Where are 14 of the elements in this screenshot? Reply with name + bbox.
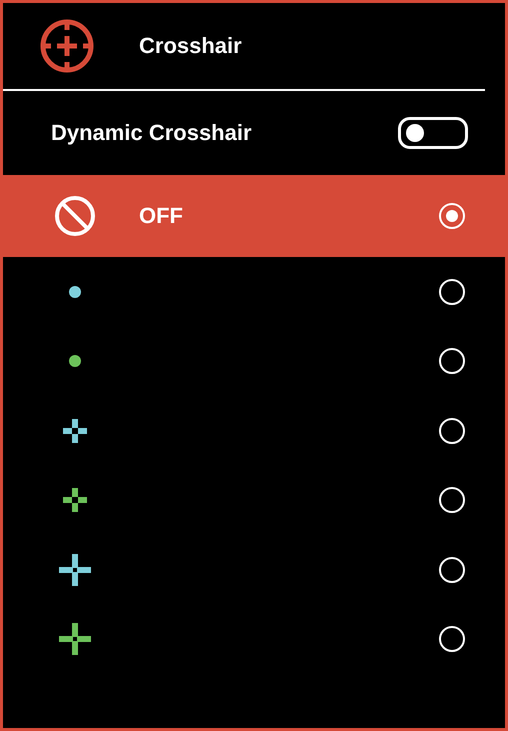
radio-button[interactable]	[439, 203, 465, 229]
radio-button[interactable]	[439, 626, 465, 652]
option-label: OFF	[139, 203, 183, 229]
radio-button[interactable]	[439, 418, 465, 444]
toggle-switch[interactable]	[398, 117, 468, 149]
crosshair-icon	[39, 18, 95, 74]
setting-label: Dynamic Crosshair	[51, 120, 252, 146]
radio-button[interactable]	[439, 556, 465, 583]
radio-button[interactable]	[439, 348, 465, 374]
radio-button[interactable]	[439, 487, 465, 514]
crosshair-option[interactable]: OFF	[3, 175, 505, 257]
prohibited-icon	[54, 195, 96, 237]
panel-title: Crosshair	[139, 33, 242, 59]
radio-button[interactable]	[439, 278, 465, 305]
